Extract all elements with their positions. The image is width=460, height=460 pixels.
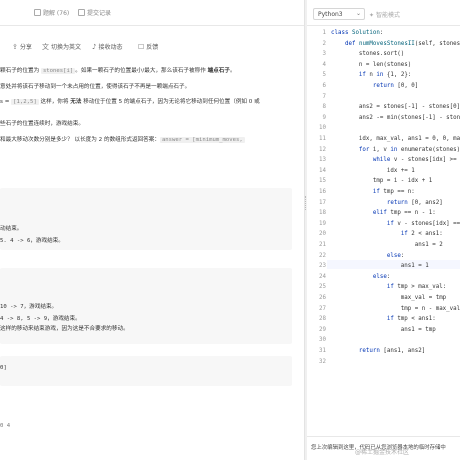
description-line: 些石子的位置连续时，游戏结束。 bbox=[0, 121, 84, 127]
code-line: return [0, 0] bbox=[372, 83, 419, 89]
code-line: ans2 -= min(stones[-1] - stone bbox=[331, 114, 460, 121]
line-number: 7 bbox=[322, 93, 327, 100]
smart-mode-icon: ✦ bbox=[369, 12, 376, 19]
line-number: 8 bbox=[322, 104, 327, 111]
line-number: 19 bbox=[319, 220, 326, 227]
line-number: 15 bbox=[319, 178, 326, 185]
history-icon bbox=[78, 9, 85, 16]
line-number: 20 bbox=[319, 231, 326, 238]
code-line: stones.sort() bbox=[331, 51, 405, 58]
problem-panel: 题解 (76) 提交记录 ⇪ 分享 文切换为英文 ♪ 接收动态 ☐ 反馈 颗石子的位置… bbox=[0, 0, 304, 460]
example-box: 10 -> 7，游戏结束。 4 -> 8, 5 -> 9，游戏结束。 这样的移动… bbox=[0, 268, 292, 344]
line-number: 24 bbox=[319, 273, 326, 280]
code-line: max_val = tmp bbox=[331, 295, 447, 301]
code-line: for i, v in enumerate(stones): bbox=[358, 146, 460, 153]
line-number: 4 bbox=[322, 61, 327, 68]
code-line: n = len(stones) bbox=[331, 61, 412, 68]
description-line: 颗石子的位置为 stones[i] 。如果一颗石子的位置最小/最大，那么该石子被称… bbox=[0, 68, 236, 74]
drag-grip-icon bbox=[305, 196, 306, 210]
example-line: 动结束。 bbox=[0, 226, 23, 232]
code-line: def numMovesStonesII(self, stones: bbox=[344, 40, 460, 47]
line-number: 29 bbox=[319, 326, 326, 333]
line-number: 22 bbox=[319, 252, 326, 259]
language-select[interactable]: Python3 ⌄ bbox=[313, 8, 365, 20]
constraint-text: 0 4 bbox=[0, 423, 11, 429]
code-line: if tmp > max_val: bbox=[386, 284, 447, 291]
code-line: else: bbox=[386, 252, 405, 259]
code-line: elif tmp == n - 1: bbox=[372, 210, 436, 217]
tab-submissions[interactable]: 提交记录 bbox=[78, 8, 111, 17]
line-number: 21 bbox=[319, 242, 326, 248]
code-line: if 2 < ans1: bbox=[400, 231, 443, 238]
line-number: 14 bbox=[319, 167, 326, 174]
problem-tabs-bar: 题解 (76) 提交记录 bbox=[0, 0, 304, 26]
follow-updates-button[interactable]: ♪ 接收动态 bbox=[92, 42, 122, 51]
line-number: 10 bbox=[319, 125, 326, 132]
switch-english-button[interactable]: 文切换为英文 bbox=[42, 42, 81, 52]
code-editor[interactable]: 1 class Solution: 2 def numMovesStonesII(s… bbox=[307, 26, 460, 428]
share-button[interactable]: ⇪ 分享 bbox=[12, 42, 32, 51]
translate-icon: 文 bbox=[42, 43, 49, 51]
example-line: 10 -> 7，游戏结束。 bbox=[0, 304, 58, 310]
line-number: 13 bbox=[319, 157, 326, 164]
smart-mode-toggle[interactable]: ✦ 智能模式 bbox=[369, 10, 400, 19]
code-line: tmp = n - max_val bbox=[331, 305, 460, 312]
code-line: while v - stones[idx] >= n bbox=[372, 157, 460, 164]
line-number: 11 bbox=[319, 136, 326, 142]
code-line: idx, max_val, ans1 = 0, 0, mat bbox=[331, 136, 460, 142]
line-number: 6 bbox=[322, 83, 327, 89]
problem-toolbar: ⇪ 分享 文切换为英文 ♪ 接收动态 ☐ 反馈 bbox=[0, 40, 304, 56]
line-number: 23 bbox=[319, 263, 326, 270]
description-line: s = [1,2,5] 这样，你将 无法 移动位于位置 5 的端点石子，因为无论… bbox=[0, 99, 260, 105]
code-line: if n in {1, 2}: bbox=[358, 72, 412, 79]
solutions-icon bbox=[34, 9, 41, 16]
watermark: @稀土掘金技术社区 bbox=[355, 449, 410, 456]
example-box: 0] bbox=[0, 356, 292, 386]
chevron-down-icon: ⌄ bbox=[355, 10, 361, 17]
code-line: if v - stones[idx] == bbox=[386, 220, 460, 227]
line-number: 17 bbox=[319, 199, 326, 206]
line-number: 18 bbox=[319, 210, 326, 217]
feedback-icon: ☐ bbox=[138, 43, 145, 51]
code-line: ans2 = stones[-1] - stones[0] bbox=[331, 104, 460, 111]
example-line: 5. 4 -> 6，游戏结束。 bbox=[0, 238, 64, 244]
example-box: 动结束。 5. 4 -> 6，游戏结束。 bbox=[0, 188, 292, 250]
line-number: 12 bbox=[319, 146, 326, 153]
description-line: 和最大移动次数分别是多少？ 以长度为 2 的数组形式返回答案： answer = … bbox=[0, 137, 245, 143]
description-line: 意处并将该石子移动到一个未占用的位置，使得该石子不再是一颗端点石子。 bbox=[0, 84, 191, 90]
code-line: if tmp < ans1: bbox=[386, 316, 436, 323]
code-line: ans1 = 1 bbox=[331, 263, 429, 270]
tab-solutions[interactable]: 题解 (76) bbox=[34, 8, 69, 17]
editor-toolbar: Python3 ⌄ ✦ 智能模式 bbox=[307, 0, 460, 26]
line-number: 25 bbox=[319, 284, 326, 291]
example-line: 4 -> 8, 5 -> 9，游戏结束。 bbox=[0, 316, 81, 322]
code-line: else: bbox=[372, 273, 391, 280]
code-line: ans1 = tmp bbox=[331, 326, 436, 333]
code-line: ans1 = 2 bbox=[331, 242, 443, 248]
code-line: tmp = i - idx + 1 bbox=[331, 178, 433, 185]
code-line: class Solution: bbox=[331, 30, 384, 36]
example-line: 0] bbox=[0, 365, 7, 371]
line-number: 31 bbox=[319, 348, 326, 354]
line-number: 16 bbox=[319, 189, 326, 195]
line-number: 1 bbox=[322, 30, 327, 36]
line-number: 32 bbox=[319, 358, 326, 365]
code-line: return [0, ans2] bbox=[386, 199, 443, 206]
line-number: 3 bbox=[322, 51, 327, 58]
code-line: if tmp == n: bbox=[372, 189, 415, 195]
line-number: 26 bbox=[319, 295, 326, 301]
code-line: return [ans1, ans2] bbox=[358, 348, 426, 354]
feedback-button[interactable]: ☐ 反馈 bbox=[138, 42, 158, 51]
line-number: 2 bbox=[322, 40, 327, 47]
bell-icon: ♪ bbox=[92, 43, 97, 51]
line-number: 5 bbox=[322, 72, 327, 79]
share-icon: ⇪ bbox=[12, 43, 18, 51]
line-number: 9 bbox=[322, 114, 327, 121]
code-line: idx += 1 bbox=[331, 167, 415, 174]
example-line: 这样的移动来结束游戏，因为这是不合要求的移动。 bbox=[0, 326, 129, 332]
code-editor-panel: Python3 ⌄ ✦ 智能模式 1 class Solution: 2 def nu… bbox=[307, 0, 460, 460]
line-number: 28 bbox=[319, 316, 326, 323]
line-number: 30 bbox=[319, 337, 326, 344]
line-number: 27 bbox=[319, 305, 326, 312]
